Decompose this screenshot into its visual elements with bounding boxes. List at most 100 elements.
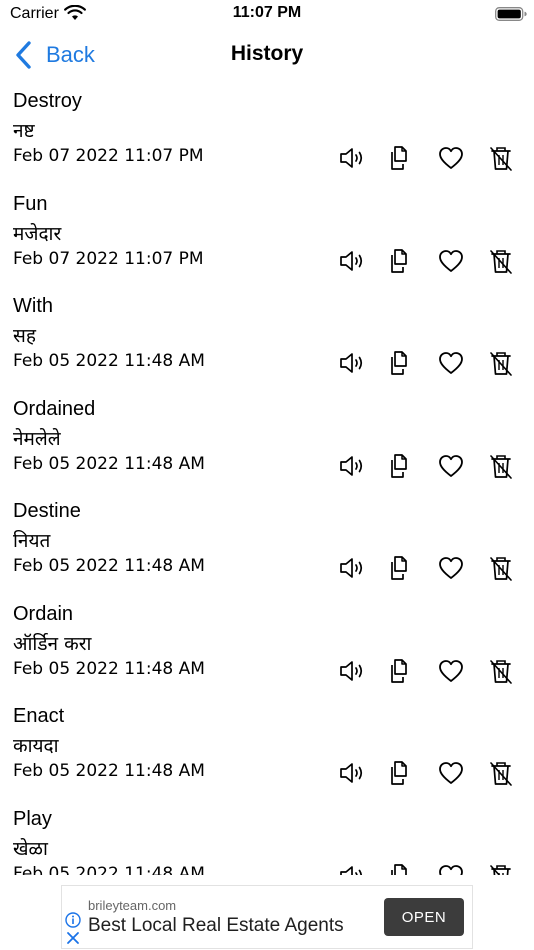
copy-button[interactable] bbox=[385, 757, 417, 789]
heart-button[interactable] bbox=[435, 552, 467, 584]
speaker-icon bbox=[340, 865, 363, 875]
speaker-button[interactable] bbox=[335, 552, 367, 584]
ad-banner[interactable]: brileyteam.com Best Local Real Estate Ag… bbox=[61, 885, 473, 949]
history-timestamp: Feb 05 2022 11:48 AM bbox=[13, 658, 205, 679]
trash-icon bbox=[490, 557, 512, 581]
battery-icon bbox=[495, 7, 527, 21]
history-row[interactable]: Ordain ऑर्डिन करा Feb 05 2022 11:48 AM bbox=[0, 601, 534, 704]
copy-button[interactable] bbox=[385, 552, 417, 584]
heart-icon bbox=[439, 147, 463, 169]
trash-button[interactable] bbox=[485, 655, 517, 687]
copy-icon bbox=[391, 351, 407, 375]
copy-button[interactable] bbox=[385, 347, 417, 379]
speaker-icon bbox=[340, 250, 363, 271]
speaker-button[interactable] bbox=[335, 655, 367, 687]
trash-icon bbox=[490, 659, 512, 684]
ad-open-button[interactable]: OPEN bbox=[384, 898, 464, 936]
history-timestamp: Feb 05 2022 11:48 AM bbox=[13, 556, 205, 576]
history-translation: नेमलेले bbox=[13, 427, 61, 450]
heart-button[interactable] bbox=[435, 245, 467, 277]
heart-button[interactable] bbox=[435, 142, 467, 174]
copy-icon bbox=[391, 248, 407, 273]
copy-icon bbox=[391, 863, 407, 875]
ad-headline[interactable]: Best Local Real Estate Agents bbox=[88, 915, 344, 937]
history-translation: ऑर्डिन करा bbox=[13, 632, 92, 655]
trash-button[interactable] bbox=[485, 860, 517, 875]
row-actions bbox=[335, 245, 534, 277]
row-actions bbox=[335, 757, 534, 789]
heart-icon bbox=[439, 454, 463, 477]
copy-button[interactable] bbox=[385, 450, 417, 482]
trash-icon bbox=[490, 249, 512, 274]
info-icon[interactable] bbox=[65, 912, 81, 928]
row-actions bbox=[335, 860, 534, 875]
history-timestamp: Feb 05 2022 11:48 AM bbox=[13, 453, 205, 474]
heart-icon bbox=[439, 249, 463, 272]
history-word: Destroy bbox=[13, 90, 82, 112]
speaker-button[interactable] bbox=[335, 450, 367, 482]
speaker-button[interactable] bbox=[335, 757, 367, 789]
trash-icon bbox=[490, 762, 512, 786]
copy-icon bbox=[391, 556, 407, 580]
heart-button[interactable] bbox=[435, 860, 467, 875]
history-timestamp: Feb 07 2022 11:07 PM bbox=[13, 146, 204, 166]
trash-button[interactable] bbox=[485, 552, 517, 584]
history-row[interactable]: Destine नियत Feb 05 2022 11:48 AM bbox=[0, 498, 534, 601]
history-row[interactable]: Fun मजेदार Feb 07 2022 11:07 PM bbox=[0, 191, 534, 294]
history-translation: कायदा bbox=[13, 735, 59, 757]
heart-button[interactable] bbox=[435, 757, 467, 789]
trash-button[interactable] bbox=[485, 757, 517, 789]
speaker-icon bbox=[340, 148, 363, 168]
history-translation: खेळा bbox=[13, 837, 48, 860]
heart-icon bbox=[439, 659, 463, 682]
copy-icon bbox=[391, 761, 407, 785]
history-list[interactable]: Destroy नष्ट Feb 07 2022 11:07 PM Fun मजेदार… bbox=[0, 88, 534, 875]
copy-icon bbox=[391, 146, 407, 170]
close-icon[interactable] bbox=[65, 930, 81, 946]
copy-button[interactable] bbox=[385, 142, 417, 174]
trash-icon bbox=[490, 864, 511, 875]
copy-button[interactable] bbox=[385, 245, 417, 277]
history-word: Enact bbox=[13, 705, 65, 727]
trash-button[interactable] bbox=[485, 450, 517, 482]
history-row[interactable]: Enact कायदा Feb 05 2022 11:48 AM bbox=[0, 703, 534, 806]
history-timestamp: Feb 05 2022 11:48 AM bbox=[13, 863, 205, 876]
heart-icon bbox=[439, 762, 463, 784]
history-translation: नियत bbox=[13, 530, 51, 552]
row-actions bbox=[335, 552, 534, 584]
trash-button[interactable] bbox=[485, 245, 517, 277]
row-actions bbox=[335, 450, 534, 482]
history-row[interactable]: Ordained नेमलेले Feb 05 2022 11:48 AM bbox=[0, 396, 534, 499]
speaker-icon bbox=[340, 353, 363, 373]
speaker-button[interactable] bbox=[335, 245, 367, 277]
row-actions bbox=[335, 142, 534, 174]
history-row[interactable]: With सह Feb 05 2022 11:48 AM bbox=[0, 293, 534, 396]
speaker-icon bbox=[340, 763, 363, 783]
heart-button[interactable] bbox=[435, 347, 467, 379]
trash-button[interactable] bbox=[485, 347, 517, 379]
row-actions bbox=[335, 347, 534, 379]
history-word: Play bbox=[13, 807, 52, 830]
trash-button[interactable] bbox=[485, 142, 517, 174]
row-actions bbox=[335, 655, 534, 687]
speaker-button[interactable] bbox=[335, 860, 367, 875]
history-translation: मजेदार bbox=[13, 222, 62, 245]
speaker-button[interactable] bbox=[335, 142, 367, 174]
history-word: Ordain bbox=[13, 602, 74, 625]
trash-icon bbox=[490, 147, 512, 171]
heart-button[interactable] bbox=[435, 450, 467, 482]
history-row[interactable]: Destroy नष्ट Feb 07 2022 11:07 PM bbox=[0, 88, 534, 191]
copy-button[interactable] bbox=[385, 860, 417, 875]
history-row[interactable]: Play खेळा Feb 05 2022 11:48 AM bbox=[0, 806, 534, 876]
copy-button[interactable] bbox=[385, 655, 417, 687]
history-translation: नष्ट bbox=[13, 120, 35, 142]
copy-icon bbox=[391, 658, 407, 683]
copy-icon bbox=[391, 453, 407, 478]
speaker-button[interactable] bbox=[335, 347, 367, 379]
trash-icon bbox=[490, 352, 512, 376]
heart-button[interactable] bbox=[435, 655, 467, 687]
history-timestamp: Feb 05 2022 11:48 AM bbox=[13, 351, 205, 371]
history-translation: सह bbox=[13, 325, 36, 347]
navigation-bar: Back History bbox=[0, 32, 534, 78]
heart-icon bbox=[439, 352, 463, 374]
